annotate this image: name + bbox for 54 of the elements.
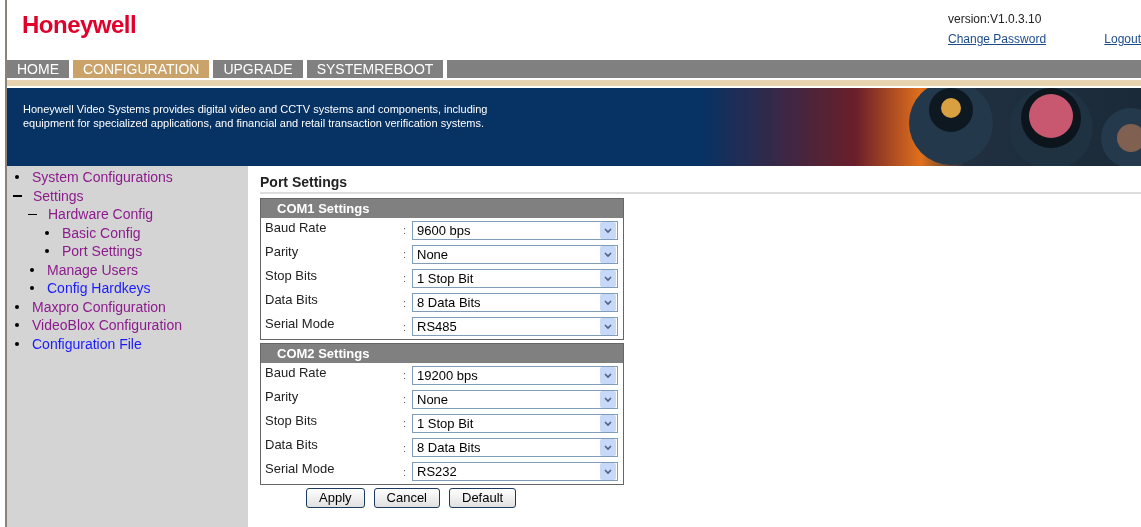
header-link[interactable]: Change Password	[948, 32, 1047, 46]
dropdown-select[interactable]: 9600 bps	[412, 220, 618, 240]
separator-text: :	[403, 393, 408, 406]
field-label: Serial Mode	[265, 316, 336, 332]
dropdown-select[interactable]: 1 Stop Bit	[412, 413, 618, 433]
field-label: Baud Rate	[265, 364, 328, 380]
field-label: Baud Rate	[265, 219, 328, 235]
sidebar-link[interactable]: Config Hardkeys	[47, 280, 151, 297]
dropdown-select[interactable]: 8 Data Bits	[412, 293, 618, 313]
separator-text: :	[403, 441, 408, 454]
form-button[interactable]: Apply	[306, 487, 365, 508]
form-button[interactable]: Cancel	[373, 487, 440, 508]
dropdown-select[interactable]: 1 Stop Bit	[412, 268, 618, 288]
field-label: Parity	[265, 388, 300, 404]
separator-text: :	[403, 417, 408, 430]
sidebar-link[interactable]: Port Settings	[62, 243, 143, 260]
separator-text: :	[403, 465, 408, 478]
dropdown-select[interactable]: None	[412, 389, 618, 409]
sidebar-link[interactable]: Basic Config	[62, 224, 141, 241]
logo: Honeywell	[22, 12, 137, 38]
nav-tab[interactable]: HOME	[7, 60, 69, 78]
banner-text: Honeywell Video Systems provides digital video and CCTV systems and components, including equipment for specialized applications, and financial and retail transaction verification systems.	[23, 102, 489, 131]
separator-text: :	[403, 272, 408, 285]
sidebar-link[interactable]: Maxpro Configuration	[32, 298, 166, 315]
sidebar-link[interactable]: Manage Users	[47, 261, 139, 278]
section-header: COM2 Settings	[261, 343, 623, 363]
dropdown-select[interactable]: RS485	[412, 317, 618, 337]
nav-tab[interactable]: SYSTEMREBOOT	[306, 60, 444, 78]
nav-tab[interactable]: UPGRADE	[213, 60, 303, 78]
field-label: Data Bits	[265, 437, 319, 453]
form-button[interactable]: Default	[449, 487, 517, 508]
field-label: Stop Bits	[265, 267, 319, 283]
sidebar-link[interactable]: System Configurations	[32, 169, 173, 186]
field-label: Data Bits	[265, 292, 319, 308]
field-label: Serial Mode	[265, 461, 336, 477]
header-link[interactable]: Logout	[1104, 32, 1141, 46]
dropdown-select[interactable]: 19200 bps	[412, 365, 618, 385]
page-title: Port Settings	[260, 174, 1141, 194]
dropdown-select[interactable]: RS232	[412, 462, 618, 482]
separator-text: :	[403, 296, 408, 309]
separator-text: :	[403, 224, 408, 237]
sidebar-link[interactable]: Configuration File	[32, 335, 142, 352]
separator-text: :	[403, 248, 408, 261]
dropdown-select[interactable]: None	[412, 244, 618, 264]
section-header: COM1 Settings	[261, 199, 623, 218]
field-label: Parity	[265, 243, 300, 259]
separator-text: :	[403, 320, 408, 333]
field-label: Stop Bits	[265, 412, 319, 428]
sidebar-link[interactable]: Hardware Config	[48, 206, 154, 223]
separator-text: :	[403, 369, 408, 382]
dropdown-select[interactable]: 8 Data Bits	[412, 438, 618, 458]
version-text: version:V1.0.3.10	[948, 12, 1043, 26]
sidebar-link[interactable]: Settings	[33, 187, 84, 204]
sidebar-link[interactable]: VideoBlox Configuration	[32, 317, 182, 334]
